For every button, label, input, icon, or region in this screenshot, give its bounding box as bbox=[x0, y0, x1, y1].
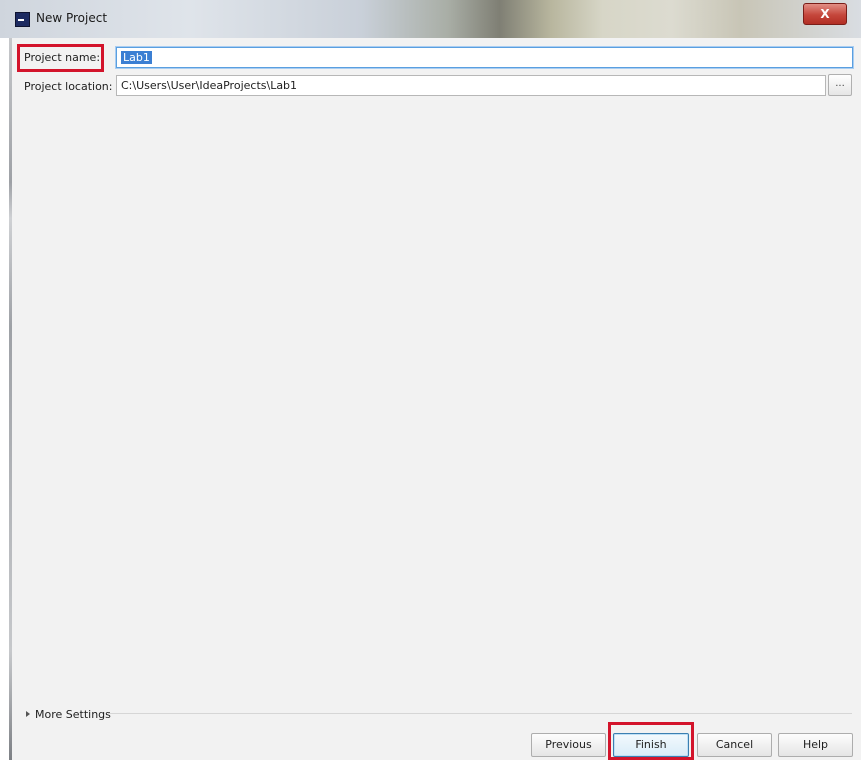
new-project-dialog: New Project X Project name: Lab1 Project… bbox=[0, 0, 861, 760]
help-button[interactable]: Help bbox=[778, 733, 853, 757]
more-settings-divider bbox=[108, 713, 852, 714]
project-location-value: C:\Users\User\IdeaProjects\Lab1 bbox=[121, 79, 298, 92]
project-name-value: Lab1 bbox=[121, 51, 152, 64]
close-button[interactable]: X bbox=[803, 3, 847, 25]
dialog-content bbox=[12, 38, 861, 760]
triangle-right-icon bbox=[26, 711, 30, 717]
window-left-edge bbox=[0, 38, 12, 760]
title-bar[interactable]: New Project X bbox=[0, 0, 861, 38]
browse-location-button[interactable]: ... bbox=[828, 74, 852, 96]
project-name-input[interactable]: Lab1 bbox=[116, 47, 853, 68]
close-icon: X bbox=[820, 7, 830, 21]
cancel-button[interactable]: Cancel bbox=[697, 733, 772, 757]
project-location-label: Project location: bbox=[24, 80, 113, 93]
project-name-label: Project name: bbox=[24, 51, 101, 64]
project-location-input[interactable]: C:\Users\User\IdeaProjects\Lab1 bbox=[116, 75, 826, 96]
window-title: New Project bbox=[36, 11, 108, 25]
finish-button[interactable]: Finish bbox=[613, 733, 689, 757]
more-settings-label: More Settings bbox=[35, 708, 111, 721]
previous-button[interactable]: Previous bbox=[531, 733, 606, 757]
more-settings-toggle[interactable]: More Settings bbox=[26, 708, 111, 721]
intellij-idea-icon bbox=[15, 12, 30, 27]
